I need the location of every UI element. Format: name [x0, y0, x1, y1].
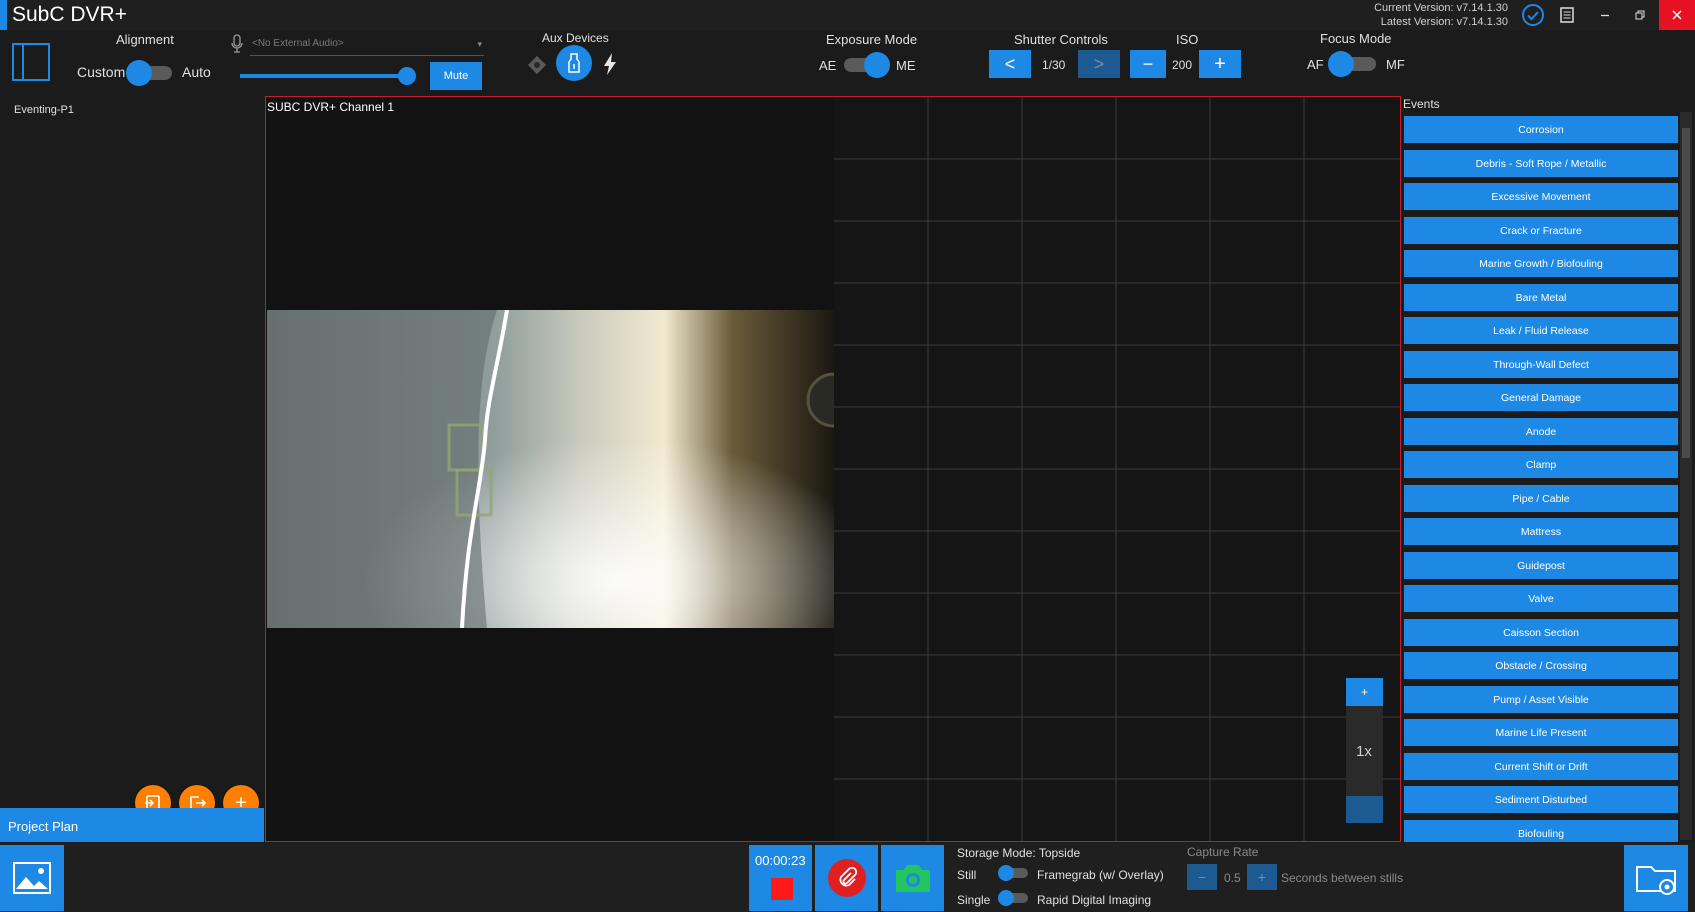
me-label: ME — [896, 58, 916, 73]
event-button[interactable]: Pipe / Cable — [1404, 485, 1678, 512]
record-time: 00:00:23 — [755, 853, 806, 868]
event-button[interactable]: Valve — [1404, 585, 1678, 612]
project-panel — [0, 96, 264, 841]
mf-label: MF — [1386, 57, 1405, 72]
annotate-button[interactable] — [815, 845, 878, 911]
shutter-value: 1/30 — [1042, 58, 1066, 72]
iso-label: ISO — [1176, 32, 1199, 47]
project-item-eventing-p1[interactable]: Eventing-P1 — [14, 104, 74, 116]
minimize-icon[interactable] — [1588, 0, 1622, 30]
event-button[interactable]: Guidepost — [1404, 552, 1678, 579]
event-button[interactable]: Through-Wall Defect — [1404, 351, 1678, 378]
shutter-prev-button[interactable]: < — [989, 50, 1031, 78]
gallery-icon[interactable] — [0, 845, 64, 911]
custom-label: Custom — [77, 64, 126, 80]
exposure-toggle[interactable] — [842, 52, 894, 78]
layout-icon[interactable] — [11, 42, 51, 87]
laser-icon[interactable] — [526, 54, 548, 81]
capture-rate-label: Capture Rate — [1187, 845, 1259, 859]
restore-icon[interactable] — [1623, 0, 1657, 30]
capture-rate-minus-button[interactable]: − — [1187, 864, 1217, 890]
event-button[interactable]: Obstacle / Crossing — [1404, 652, 1678, 679]
event-button[interactable]: Mattress — [1404, 518, 1678, 545]
event-button[interactable]: Clamp — [1404, 451, 1678, 478]
volume-slider[interactable] — [240, 67, 416, 85]
ae-label: AE — [819, 58, 837, 73]
iso-plus-button[interactable]: + — [1199, 50, 1241, 78]
storage-mode: Storage Mode: Topside — [957, 846, 1081, 860]
external-audio-value: <No External Audio> — [252, 38, 344, 49]
event-button[interactable]: Marine Growth / Biofouling — [1404, 250, 1678, 277]
event-button[interactable]: Caisson Section — [1404, 619, 1678, 646]
zoom-level: 1x — [1356, 743, 1372, 760]
project-plan-tab[interactable]: Project Plan — [0, 808, 264, 842]
auto-label: Auto — [182, 64, 211, 80]
rapid-imaging-label: Rapid Digital Imaging — [1037, 893, 1152, 907]
grid-overlay — [834, 97, 1400, 841]
microphone-icon — [230, 34, 244, 59]
event-button[interactable]: Current Shift or Drift — [1404, 753, 1678, 780]
capture-still-button[interactable] — [881, 845, 944, 911]
zoom-out-button[interactable] — [1346, 796, 1383, 823]
event-button[interactable]: General Damage — [1404, 384, 1678, 411]
focus-mode-label: Focus Mode — [1320, 31, 1392, 46]
seconds-between-stills-label: Seconds between stills — [1281, 871, 1404, 885]
event-button[interactable]: Corrosion — [1404, 116, 1678, 143]
camera-icon — [895, 865, 930, 892]
focus-toggle[interactable] — [1328, 51, 1378, 77]
single-toggle[interactable] — [998, 890, 1028, 906]
event-button[interactable]: Bare Metal — [1404, 284, 1678, 311]
current-version: Current Version: v7.14.1.30 — [1374, 2, 1508, 14]
chevron-down-icon: ▾ — [477, 39, 482, 49]
folder-settings-icon[interactable] — [1624, 845, 1688, 911]
single-label: Single — [957, 893, 991, 907]
still-label: Still — [957, 868, 977, 882]
aux-devices-label: Aux Devices — [542, 31, 609, 45]
app-title: SubC DVR+ — [12, 3, 127, 26]
mute-button[interactable]: Mute — [430, 62, 482, 90]
zoom-in-button[interactable]: + — [1346, 678, 1383, 706]
capture-rate-value: 0.5 — [1224, 871, 1241, 885]
event-button[interactable]: Marine Life Present — [1404, 719, 1678, 746]
event-button[interactable]: Biofouling — [1404, 820, 1678, 842]
external-audio-select[interactable]: <No External Audio> ▾ — [250, 34, 484, 56]
title-accent — [0, 0, 7, 30]
events-scroll-thumb[interactable] — [1682, 128, 1690, 458]
close-icon[interactable] — [1659, 0, 1695, 30]
alignment-toggle[interactable] — [126, 60, 172, 86]
light-icon[interactable] — [556, 45, 592, 81]
record-button[interactable]: 00:00:23 — [749, 845, 812, 911]
alignment-label: Alignment — [116, 32, 174, 47]
framegrab-label: Framegrab (w/ Overlay) — [1037, 868, 1164, 882]
event-button[interactable]: Pump / Asset Visible — [1404, 686, 1678, 713]
iso-minus-button[interactable]: − — [1130, 50, 1166, 78]
check-icon[interactable] — [1516, 0, 1550, 30]
volume-fill — [240, 74, 407, 78]
event-button[interactable]: Sediment Disturbed — [1404, 786, 1678, 813]
still-toggle[interactable] — [998, 865, 1028, 881]
event-button[interactable]: Anode — [1404, 418, 1678, 445]
event-button[interactable]: Excessive Movement — [1404, 183, 1678, 210]
iso-value: 200 — [1172, 58, 1193, 72]
exposure-mode-label: Exposure Mode — [826, 32, 918, 47]
af-label: AF — [1307, 57, 1324, 72]
channel-label: SUBC DVR+ Channel 1 — [267, 100, 395, 114]
camera-feed — [267, 310, 834, 628]
event-button[interactable]: Debris - Soft Rope / Metallic — [1404, 150, 1678, 177]
shutter-next-button[interactable]: > — [1078, 50, 1120, 78]
events-title: Events — [1403, 97, 1440, 111]
paperclip-icon — [827, 859, 866, 897]
stop-icon — [771, 878, 793, 900]
volume-knob[interactable] — [397, 67, 416, 85]
shutter-controls-label: Shutter Controls — [1014, 32, 1108, 47]
capture-rate-plus-button[interactable]: + — [1247, 864, 1277, 890]
latest-version: Latest Version: v7.14.1.30 — [1380, 16, 1508, 28]
event-button[interactable]: Leak / Fluid Release — [1404, 317, 1678, 344]
notes-icon[interactable] — [1550, 0, 1584, 30]
flash-icon[interactable] — [601, 52, 619, 81]
event-button[interactable]: Crack or Fracture — [1404, 217, 1678, 244]
